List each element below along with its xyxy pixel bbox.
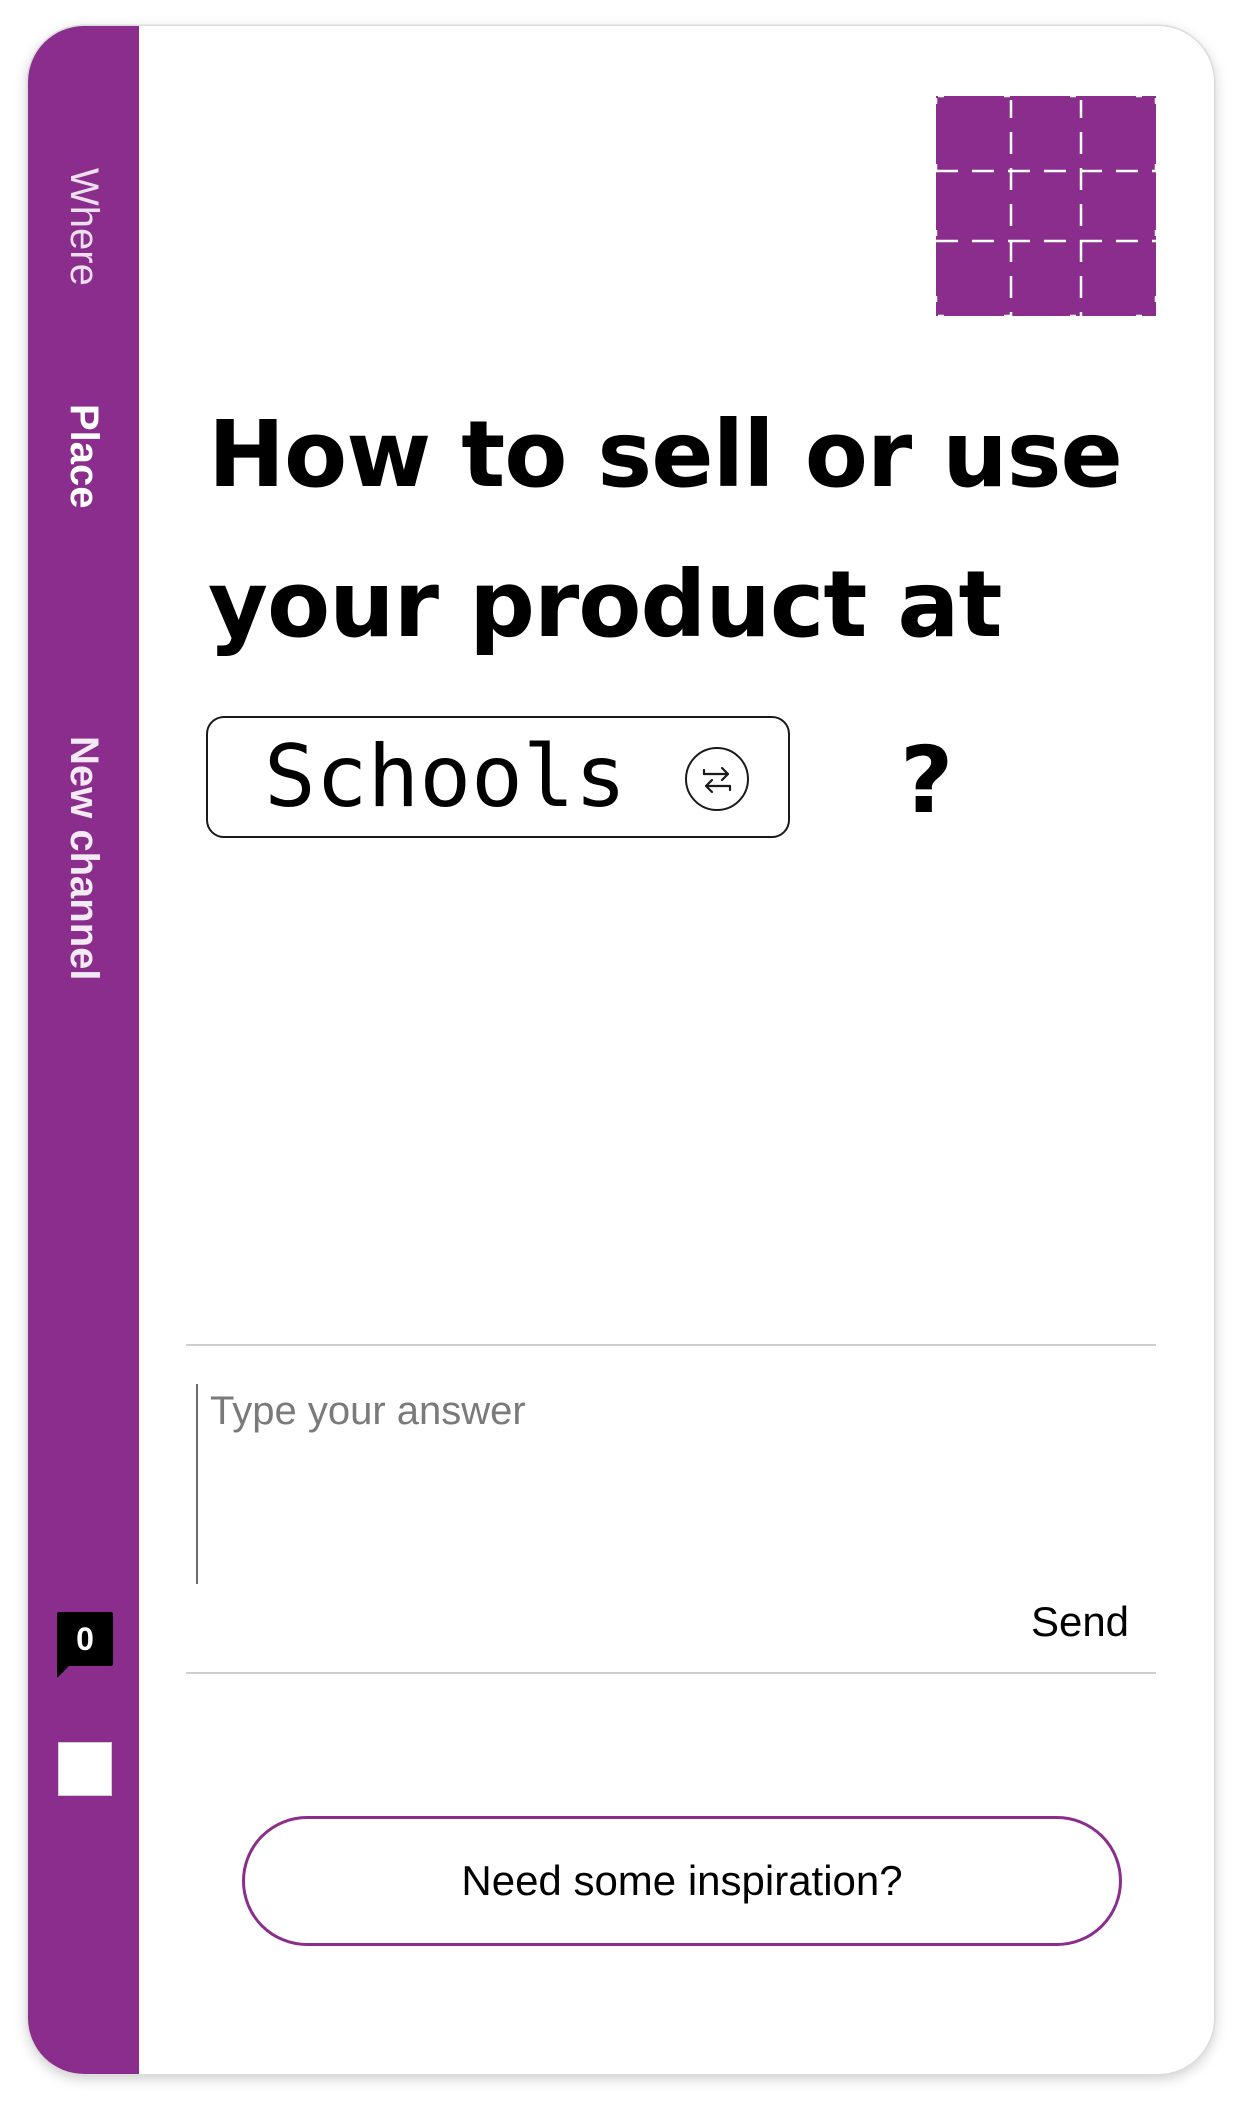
swap-icon[interactable]: [684, 746, 750, 812]
question-heading: How to sell or use your product at: [208, 401, 1123, 658]
grid-pattern-logo-icon: [936, 96, 1156, 316]
answer-input[interactable]: [196, 1384, 1136, 1584]
comment-count-badge[interactable]: 0: [57, 1612, 113, 1666]
progress-sidebar: Where Place New channel 0: [28, 26, 139, 2074]
sidebar-step-where[interactable]: Where: [62, 168, 106, 286]
question-mark: ?: [900, 727, 954, 834]
question-card: Where Place New channel 0 How to sell or…: [28, 26, 1214, 2074]
place-selector-chip[interactable]: Schools: [206, 716, 790, 838]
inspiration-button[interactable]: Need some inspiration?: [242, 1816, 1122, 1946]
sidebar-step-place[interactable]: Place: [62, 404, 106, 509]
complete-checkbox[interactable]: [58, 1742, 112, 1796]
answer-top-divider: [186, 1344, 1156, 1346]
answer-bottom-divider: [186, 1672, 1156, 1674]
selected-place-label: Schools: [264, 727, 627, 827]
comment-badge-tail: [57, 1664, 71, 1678]
sidebar-step-new-channel[interactable]: New channel: [62, 736, 106, 981]
send-button[interactable]: Send: [1010, 1592, 1150, 1652]
